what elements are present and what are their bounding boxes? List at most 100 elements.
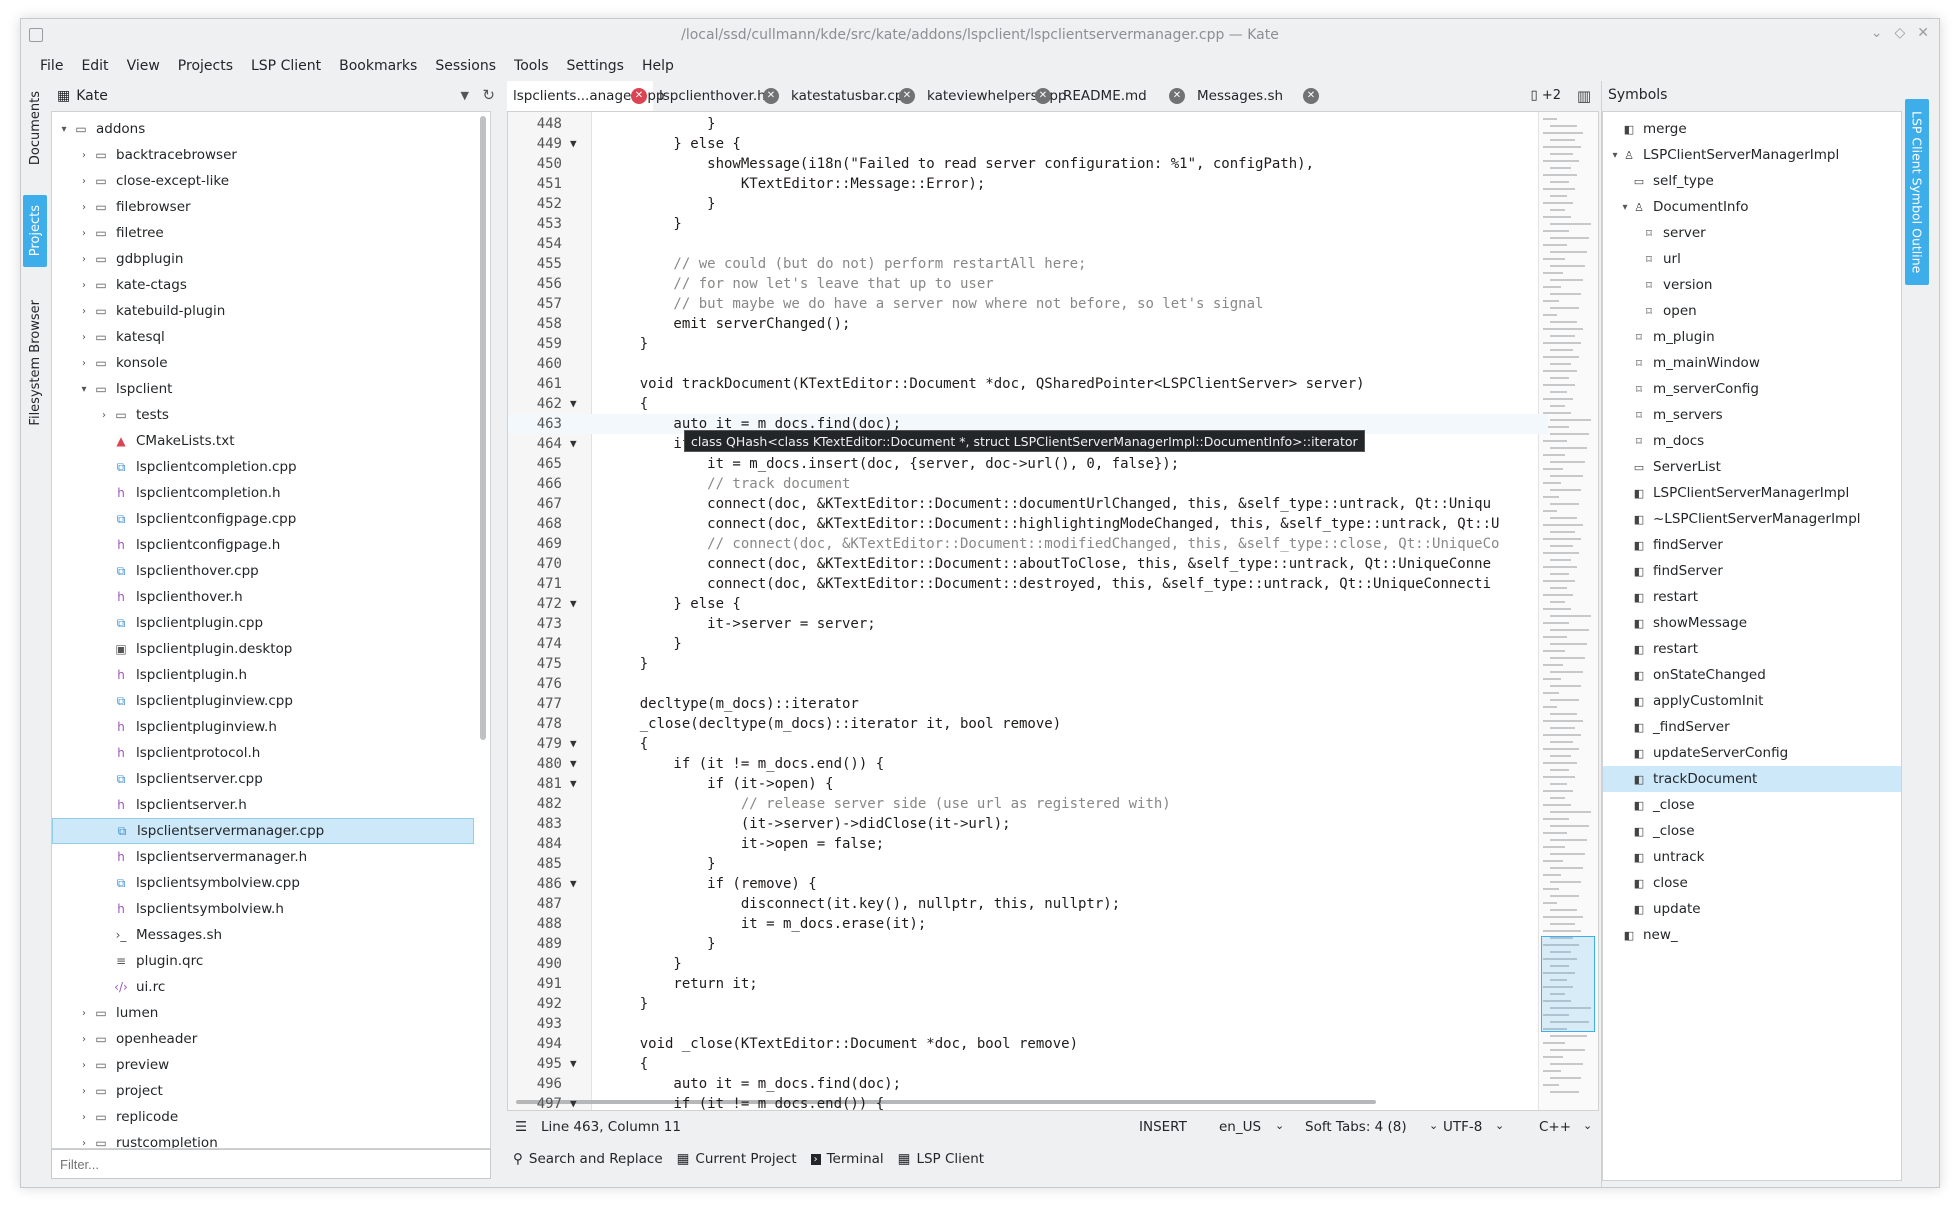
code-line[interactable]: 462 ▼ {	[508, 394, 1548, 414]
code-line[interactable]: 472 ▼ } else {	[508, 594, 1548, 614]
menu-lsp-client[interactable]: LSP Client	[242, 58, 330, 74]
code-line[interactable]: 495 ▼ {	[508, 1054, 1548, 1074]
symbol-item[interactable]: ⌑ m_plugin	[1603, 324, 1901, 350]
tree-file[interactable]: h lspclientserver.h	[52, 792, 474, 818]
code-line[interactable]: 474 }	[508, 634, 1548, 654]
code-line[interactable]: 483 (it->server)->didClose(it->url);	[508, 814, 1548, 834]
menu-sessions[interactable]: Sessions	[426, 58, 505, 74]
expand-arrow-icon[interactable]: ›	[76, 150, 92, 161]
tree-folder[interactable]: › ▭ kate-ctags	[52, 272, 474, 298]
code-line[interactable]: 485 }	[508, 854, 1548, 874]
symbol-item[interactable]: ◧ _close	[1603, 792, 1901, 818]
tree-file[interactable]: ⧉ lspclientcompletion.cpp	[52, 454, 474, 480]
code-line[interactable]: 475 }	[508, 654, 1548, 674]
tree-file[interactable]: ▲ CMakeLists.txt	[52, 428, 474, 454]
expand-arrow-icon[interactable]: ›	[76, 280, 92, 291]
symbol-item[interactable]: ◧ findServer	[1603, 558, 1901, 584]
indent-settings[interactable]: Soft Tabs: 4 (8)	[1305, 1119, 1407, 1135]
code-line[interactable]: 465 it = m_docs.insert(doc, {server, doc…	[508, 454, 1548, 474]
document-tab[interactable]: lspclienthover.h ✕	[653, 81, 785, 111]
maximize-icon[interactable]: ◇	[1894, 25, 1905, 41]
symbol-item[interactable]: ⌑ m_mainWindow	[1603, 350, 1901, 376]
fold-marker-icon[interactable]: ▼	[570, 774, 584, 794]
tree-file[interactable]: h lspclientconfigpage.h	[52, 532, 474, 558]
menu-file[interactable]: File	[31, 58, 72, 74]
symbol-item[interactable]: ▾ ♙ LSPClientServerManagerImpl	[1603, 142, 1901, 168]
terminal-button[interactable]: › Terminal	[810, 1151, 884, 1167]
minimize-icon[interactable]: ⌄	[1871, 25, 1883, 41]
symbol-item[interactable]: ◧ updateServerConfig	[1603, 740, 1901, 766]
symbol-item[interactable]: ◧ _findServer	[1603, 714, 1901, 740]
status-menu-icon[interactable]: ☰	[515, 1119, 527, 1135]
fold-marker-icon[interactable]: ▼	[570, 1094, 584, 1110]
current-project-button[interactable]: ▦ Current Project	[677, 1151, 797, 1167]
symbol-item[interactable]: ◧ trackDocument	[1603, 766, 1901, 792]
tree-file[interactable]: ⧉ lspclientplugin.cpp	[52, 610, 474, 636]
code-line[interactable]: 466 // track document	[508, 474, 1548, 494]
menu-tools[interactable]: Tools	[505, 58, 558, 74]
expand-arrow-icon[interactable]: ›	[76, 1112, 92, 1123]
search-replace-button[interactable]: ⚲ Search and Replace	[513, 1151, 663, 1167]
symbol-item[interactable]: ◧ merge	[1603, 116, 1901, 142]
symbol-item[interactable]: ⌑ m_docs	[1603, 428, 1901, 454]
more-tabs-button[interactable]: ▯ +2	[1531, 88, 1561, 103]
tree-file[interactable]: h lspclientplugin.h	[52, 662, 474, 688]
code-line[interactable]: 492 }	[508, 994, 1548, 1014]
code-line[interactable]: 482 // release server side (use url as r…	[508, 794, 1548, 814]
code-line[interactable]: 468 connect(doc, &KTextEditor::Document:…	[508, 514, 1548, 534]
tree-scrollbar[interactable]	[480, 116, 486, 740]
code-line[interactable]: 490 }	[508, 954, 1548, 974]
menu-projects[interactable]: Projects	[169, 58, 242, 74]
encoding[interactable]: UTF-8	[1443, 1119, 1482, 1135]
symbol-item[interactable]: ◧ onStateChanged	[1603, 662, 1901, 688]
tree-folder[interactable]: › ▭ preview	[52, 1052, 474, 1078]
expand-arrow-icon[interactable]: ›	[76, 1034, 92, 1045]
code-line[interactable]: 469 // connect(doc, &KTextEditor::Docume…	[508, 534, 1548, 554]
spell-language[interactable]: en_US	[1219, 1119, 1261, 1135]
code-line[interactable]: 450 showMessage(i18n("Failed to read ser…	[508, 154, 1548, 174]
symbol-item[interactable]: ◧ _close	[1603, 818, 1901, 844]
fold-marker-icon[interactable]: ▼	[570, 434, 584, 454]
tree-folder[interactable]: › ▭ close-except-like	[52, 168, 474, 194]
symbol-item[interactable]: ◧ restart	[1603, 584, 1901, 610]
tree-folder[interactable]: › ▭ katesql	[52, 324, 474, 350]
expand-arrow-icon[interactable]: ›	[76, 228, 92, 239]
code-line[interactable]: 489 }	[508, 934, 1548, 954]
expand-arrow-icon[interactable]: ›	[76, 332, 92, 343]
code-line[interactable]: 453 }	[508, 214, 1548, 234]
symbol-item[interactable]: ⌑ url	[1603, 246, 1901, 272]
menu-bookmarks[interactable]: Bookmarks	[330, 58, 426, 74]
expand-arrow-icon[interactable]: ›	[76, 1138, 92, 1149]
close-tab-icon[interactable]: ✕	[763, 88, 779, 104]
close-tab-icon[interactable]: ✕	[631, 88, 647, 104]
expand-arrow-icon[interactable]: ▾	[1619, 202, 1631, 213]
code-line[interactable]: 471 connect(doc, &KTextEditor::Document:…	[508, 574, 1548, 594]
menu-help[interactable]: Help	[633, 58, 683, 74]
expand-arrow-icon[interactable]: ›	[76, 306, 92, 317]
document-tab[interactable]: lspclients...anager.cpp ✕	[507, 81, 664, 111]
syntax-mode[interactable]: C++	[1539, 1119, 1571, 1135]
code-line[interactable]: 486 ▼ if (remove) {	[508, 874, 1548, 894]
tree-file[interactable]: h lspclientcompletion.h	[52, 480, 474, 506]
tree-folder[interactable]: › ▭ lumen	[52, 1000, 474, 1026]
fold-marker-icon[interactable]: ▼	[570, 134, 584, 154]
expand-arrow-icon[interactable]: ›	[96, 410, 112, 421]
expand-arrow-icon[interactable]: ▾	[76, 384, 92, 395]
syntax-dropdown-icon[interactable]: ⌄	[1583, 1119, 1592, 1132]
cursor-position[interactable]: Line 463, Column 11	[541, 1119, 681, 1135]
symbol-item[interactable]: ◧ findServer	[1603, 532, 1901, 558]
language-dropdown-icon[interactable]: ⌄	[1275, 1119, 1284, 1132]
tree-file[interactable]: h lspclientservermanager.h	[52, 844, 474, 870]
tree-folder[interactable]: › ▭ backtracebrowser	[52, 142, 474, 168]
code-line[interactable]: 481 ▼ if (it->open) {	[508, 774, 1548, 794]
document-tab[interactable]: katestatusbar.cpp ✕	[785, 81, 921, 111]
symbol-item[interactable]: ◧ update	[1603, 896, 1901, 922]
expand-arrow-icon[interactable]: ›	[76, 202, 92, 213]
code-line[interactable]: 473 it->server = server;	[508, 614, 1548, 634]
fold-marker-icon[interactable]: ▼	[570, 594, 584, 614]
lsp-client-button[interactable]: ▦ LSP Client	[898, 1151, 984, 1167]
code-line[interactable]: 461 void trackDocument(KTextEditor::Docu…	[508, 374, 1548, 394]
code-line[interactable]: 459 }	[508, 334, 1548, 354]
close-tab-icon[interactable]: ✕	[1169, 88, 1185, 104]
code-line[interactable]: 460	[508, 354, 1548, 374]
